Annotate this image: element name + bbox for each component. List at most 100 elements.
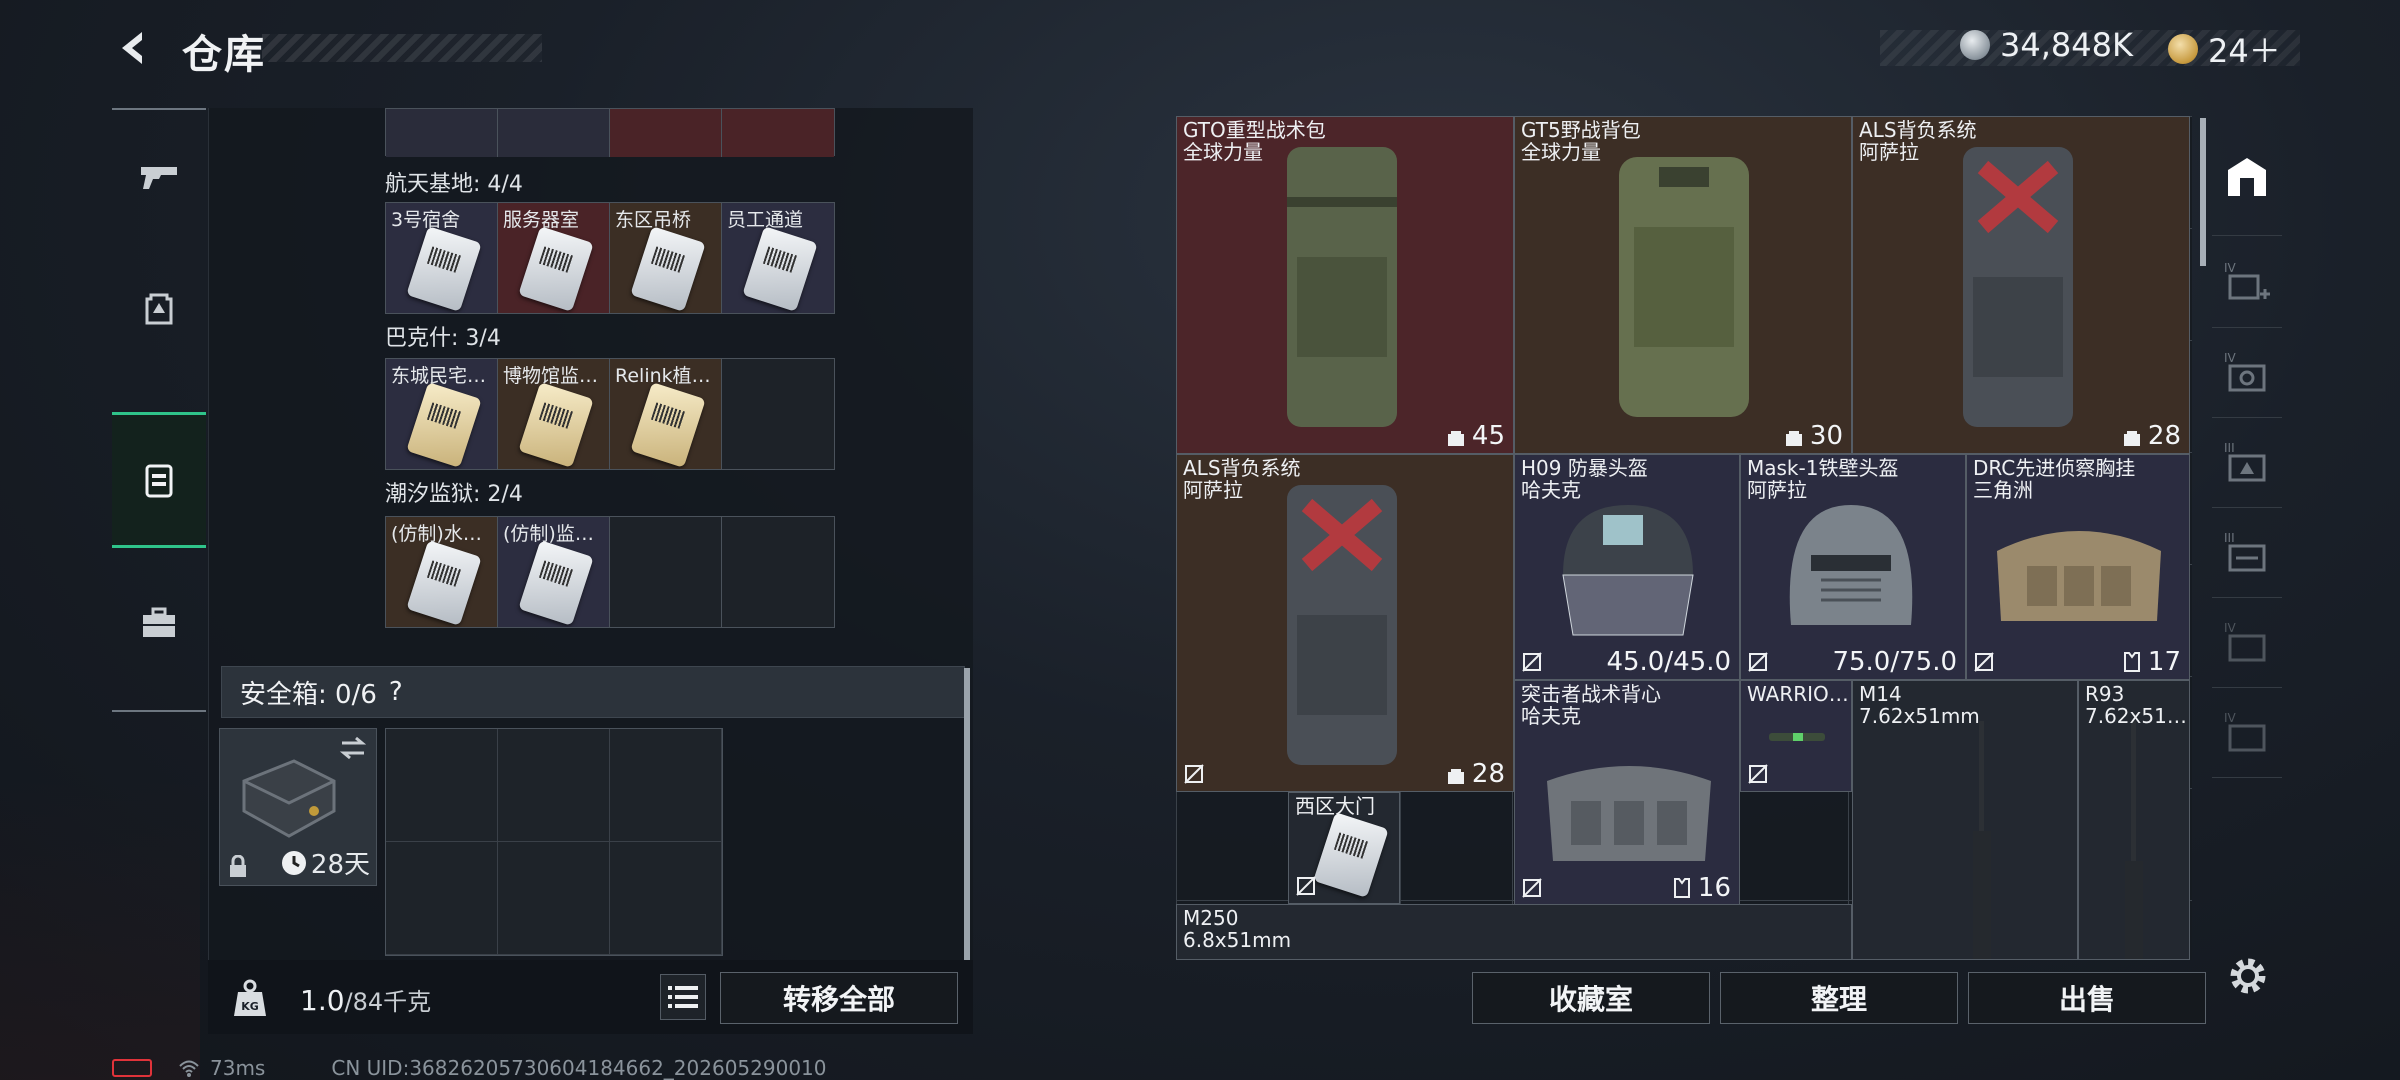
item-name: Mask-1铁壁头盔 阿萨拉 [1747, 456, 1899, 502]
rail-item-backpack[interactable] [112, 242, 206, 372]
safe-slot[interactable] [610, 729, 722, 842]
keycard-slot[interactable]: 员工通道 [722, 203, 834, 313]
svg-text:III: III [2224, 441, 2235, 455]
stash-tab-5[interactable]: IV [2212, 598, 2282, 688]
stash-item[interactable]: M14 7.62x51mm [1852, 680, 2078, 960]
weight-current: 1.0 [300, 984, 345, 1017]
background-scenery [0, 780, 200, 1080]
item-value: 16 [1697, 873, 1731, 903]
item-name: H09 防暴头盔 哈夫克 [1521, 456, 1648, 502]
stash-item[interactable]: GTO重型战术包 全球力量 45 [1176, 116, 1514, 454]
stash-item[interactable]: Mask-1铁壁头盔 阿萨拉 75.0/75.0 [1740, 454, 1966, 680]
keycard-slot[interactable]: (仿制)监… [498, 517, 610, 627]
rail-item-keycards[interactable] [112, 412, 206, 548]
stash-item[interactable]: DRC先进侦察胸挂 三角洲 17 [1966, 454, 2190, 680]
transfer-all-button[interactable]: 转移全部 [720, 972, 958, 1024]
stash-scrollbar[interactable] [2200, 118, 2206, 266]
backpack-image [1963, 147, 2073, 427]
empty-slot[interactable] [722, 517, 834, 627]
keycard-slot[interactable]: 东区吊桥 [610, 203, 722, 313]
safe-slot[interactable] [498, 842, 610, 955]
safe-slot[interactable] [386, 729, 498, 842]
backpack-icon [145, 293, 173, 325]
keycard-slot[interactable]: (仿制)水… [386, 517, 498, 627]
gold-coin-icon [2168, 34, 2198, 64]
organize-button[interactable]: 整理 [1720, 972, 1958, 1024]
stash-item[interactable]: R93 7.62x51… [2078, 680, 2190, 960]
safe-box-label: 安全箱: 0/6 [240, 679, 377, 710]
safe-slot[interactable] [610, 842, 722, 955]
help-icon[interactable]: ? [389, 677, 403, 707]
item-value: 75.0/75.0 [1832, 647, 1957, 677]
keycard-slot[interactable]: 博物馆监… [498, 359, 610, 469]
item-name: ALS背负系统 阿萨拉 [1859, 118, 1977, 164]
container-icon: IV [2224, 711, 2266, 751]
no-trade-icon [1522, 652, 1542, 672]
warehouse-panel: 航天基地: 4/4 3号宿舍 服务器室 东区吊桥 员工通道 巴克什: 3/4 东… [208, 108, 973, 960]
stash-item[interactable]: M250 6.8x51mm [1176, 904, 1852, 960]
stash-item[interactable]: H09 防暴头盔 哈夫克 45.0/45.0 [1514, 454, 1740, 680]
stash-tab-6[interactable]: IV [2212, 688, 2282, 778]
silver-currency[interactable]: 34,848K [1960, 26, 2133, 64]
rail-item-weapons[interactable] [112, 110, 206, 240]
stash-item[interactable]: ALS背负系统 阿萨拉 28 [1176, 454, 1514, 792]
stash-tab-4[interactable]: III [2212, 508, 2282, 598]
group-label: 潮汐监狱: 2/4 [385, 482, 523, 507]
collection-room-button[interactable]: 收藏室 [1472, 972, 1710, 1024]
empty-slot[interactable] [722, 359, 834, 469]
stash-item[interactable]: WARRIO… [1740, 680, 1852, 792]
back-arrow-icon[interactable] [112, 26, 156, 70]
stash-tab-3[interactable]: III [2212, 418, 2282, 508]
stash-item[interactable]: GT5野战背包 全球力量 30 [1514, 116, 1852, 454]
svg-text:IV: IV [2224, 351, 2237, 365]
stash-item[interactable]: ALS背负系统 阿萨拉 28 [1852, 116, 2190, 454]
item-name: ALS背负系统 阿萨拉 [1183, 456, 1301, 502]
svg-text:IV: IV [2224, 621, 2237, 635]
chest-rig-image [1997, 531, 2161, 621]
silver-currency-value: 34,848K [2000, 26, 2133, 64]
stash-tab-all[interactable] [2212, 118, 2282, 236]
keycard-grid: 3号宿舍 服务器室 东区吊桥 员工通道 [385, 202, 835, 314]
capacity-icon [1447, 431, 1464, 446]
keycard-slot[interactable]: 服务器室 [498, 203, 610, 313]
swap-icon[interactable] [338, 735, 368, 761]
tactical-vest-image [1547, 766, 1711, 861]
gear-icon[interactable] [2224, 952, 2272, 1000]
backpack-image [1287, 147, 1397, 427]
svg-text:IV: IV [2224, 711, 2237, 725]
stash-tab-1[interactable]: IV [2212, 238, 2282, 328]
keycard-row-partial [385, 108, 835, 157]
page-title: 仓库 [182, 32, 266, 78]
keycard-slot[interactable]: 3号宿舍 [386, 203, 498, 313]
weight-max: /84千克 [344, 988, 432, 1016]
weight-readout: 1.0/84千克 [300, 982, 431, 1017]
no-trade-icon [1748, 764, 1768, 784]
keycard-slot[interactable]: 东城民宅… [386, 359, 498, 469]
stash-item[interactable]: 西区大门 [1288, 792, 1400, 904]
item-value: 45 [1471, 421, 1505, 451]
sell-button[interactable]: 出售 [1968, 972, 2206, 1024]
warehouse-scrollbar[interactable] [964, 668, 970, 960]
item-name: 西区大门 [1295, 794, 1375, 818]
item-value: 28 [2147, 421, 2181, 451]
safe-slot[interactable] [498, 729, 610, 842]
item-value: 45.0/45.0 [1606, 647, 1731, 677]
gold-currency[interactable]: 24＋ [2168, 26, 2281, 72]
item-name: GT5野战背包 全球力量 [1521, 118, 1641, 164]
list-icon [668, 986, 698, 1008]
stash-item[interactable]: 突击者战术背心 哈夫克 16 [1514, 680, 1740, 906]
item-name: M14 7.62x51mm [1859, 682, 1980, 728]
capacity-icon [2123, 431, 2140, 446]
keycard-slot[interactable]: Relink植… [610, 359, 722, 469]
safe-case-icon [242, 759, 336, 838]
weight-icon: KG [234, 979, 266, 1016]
rail-item-toolbox[interactable] [112, 558, 206, 688]
safe-slot[interactable] [386, 842, 498, 955]
empty-slot[interactable] [610, 517, 722, 627]
stash-tab-2[interactable]: IV [2212, 328, 2282, 418]
group-label: 航天基地: 4/4 [385, 172, 523, 197]
safe-box-item[interactable]: 28天 [219, 728, 377, 886]
list-view-button[interactable] [660, 974, 706, 1020]
add-container-icon: IV [2224, 261, 2270, 299]
rifle-image [2125, 721, 2143, 959]
